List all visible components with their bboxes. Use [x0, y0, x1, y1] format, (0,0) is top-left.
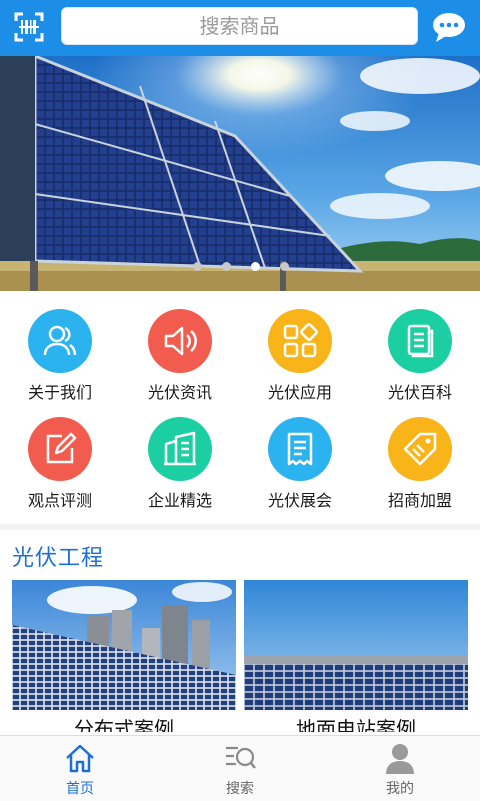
search-input[interactable]: 搜索商品: [61, 7, 418, 45]
banner-carousel[interactable]: [0, 56, 480, 291]
section-title: 光伏工程: [12, 546, 105, 571]
case-card-ground-station[interactable]: 地面电站案例: [244, 580, 468, 732]
tab-search[interactable]: 搜索: [180, 736, 300, 801]
bottom-tab-bar: 首页 搜索 我的: [0, 735, 480, 801]
tab-mine[interactable]: 我的: [340, 736, 460, 801]
ground-station-case-image: [244, 580, 468, 732]
carousel-dot[interactable]: [222, 262, 231, 271]
pv-engineering-section: 光伏工程 分布式案例 地面电站案例: [0, 530, 480, 735]
menu-about-us[interactable]: 关于我们: [0, 291, 120, 402]
menu-pv-encyclopedia[interactable]: 光伏百科: [360, 291, 480, 402]
case-card-label: 地面电站案例: [296, 717, 416, 732]
edit-icon: [28, 417, 92, 481]
carousel-dot[interactable]: [193, 262, 202, 271]
receipt-icon: [268, 417, 332, 481]
menu-pv-exhibition[interactable]: 光伏展会: [240, 399, 360, 510]
carousel-indicator: [0, 262, 480, 272]
case-card-label: 分布式案例: [74, 717, 174, 732]
category-grid: 关于我们 光伏资讯 光伏应用 光伏百科 观点评测 企业精选 光伏展会 招商加盟: [0, 291, 480, 524]
home-icon: [66, 744, 94, 773]
top-bar: 搜索商品: [0, 0, 480, 56]
speaker-icon: [148, 309, 212, 373]
tab-home[interactable]: 首页: [20, 736, 140, 801]
chat-bubble-icon[interactable]: [431, 11, 467, 43]
menu-label: 招商加盟: [387, 491, 452, 510]
person-icon: [386, 744, 414, 774]
menu-label: 企业精选: [147, 491, 212, 510]
menu-label: 光伏展会: [267, 491, 332, 510]
carousel-dot-active[interactable]: [251, 262, 260, 271]
solar-panel-banner-image: [0, 56, 480, 291]
carousel-dot[interactable]: [280, 262, 289, 271]
building-icon: [148, 417, 212, 481]
scan-icon[interactable]: [14, 12, 44, 42]
menu-label: 观点评测: [27, 491, 92, 510]
menu-enterprise-selection[interactable]: 企业精选: [120, 399, 240, 510]
case-card-distributed[interactable]: 分布式案例: [12, 580, 236, 732]
search-icon: [226, 746, 256, 769]
tab-label: 首页: [66, 781, 94, 797]
menu-opinion-review[interactable]: 观点评测: [0, 399, 120, 510]
distributed-case-image: [12, 580, 236, 732]
document-icon: [388, 309, 452, 373]
menu-investment-franchise[interactable]: 招商加盟: [360, 399, 480, 510]
tab-label: 搜索: [226, 781, 254, 797]
tab-label: 我的: [386, 781, 414, 797]
menu-pv-application[interactable]: 光伏应用: [240, 291, 360, 402]
apps-grid-icon: [268, 309, 332, 373]
menu-pv-news[interactable]: 光伏资讯: [120, 291, 240, 402]
tag-icon: [388, 417, 452, 481]
people-icon: [28, 309, 92, 373]
